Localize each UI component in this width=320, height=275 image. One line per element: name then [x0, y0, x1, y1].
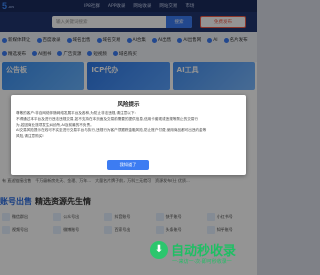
risk-warning-dialog: 风险提示 尊敬的客户:非自网络伴随网络发展平台及各种,为防止非法违规,请注意以下… — [11, 95, 246, 175]
confirm-button[interactable]: 我知道了 — [107, 160, 149, 170]
watermark-slogan: 一·来访一·次·即可秒收录一 — [172, 259, 232, 265]
dialog-body: 尊敬的客户:非自网络伴随网络发展平台及各种,为防止非法违规,请注意以下: 不得通… — [16, 111, 241, 140]
watermark: ⬇ 自动秒收录 — [150, 240, 236, 259]
watermark-logo-icon: ⬇ — [150, 240, 168, 259]
dialog-line: 风险,请注意购买! — [16, 134, 44, 139]
dialog-title: 风险提示 — [117, 102, 140, 108]
watermark-brand: 自动秒收录 — [171, 244, 237, 259]
